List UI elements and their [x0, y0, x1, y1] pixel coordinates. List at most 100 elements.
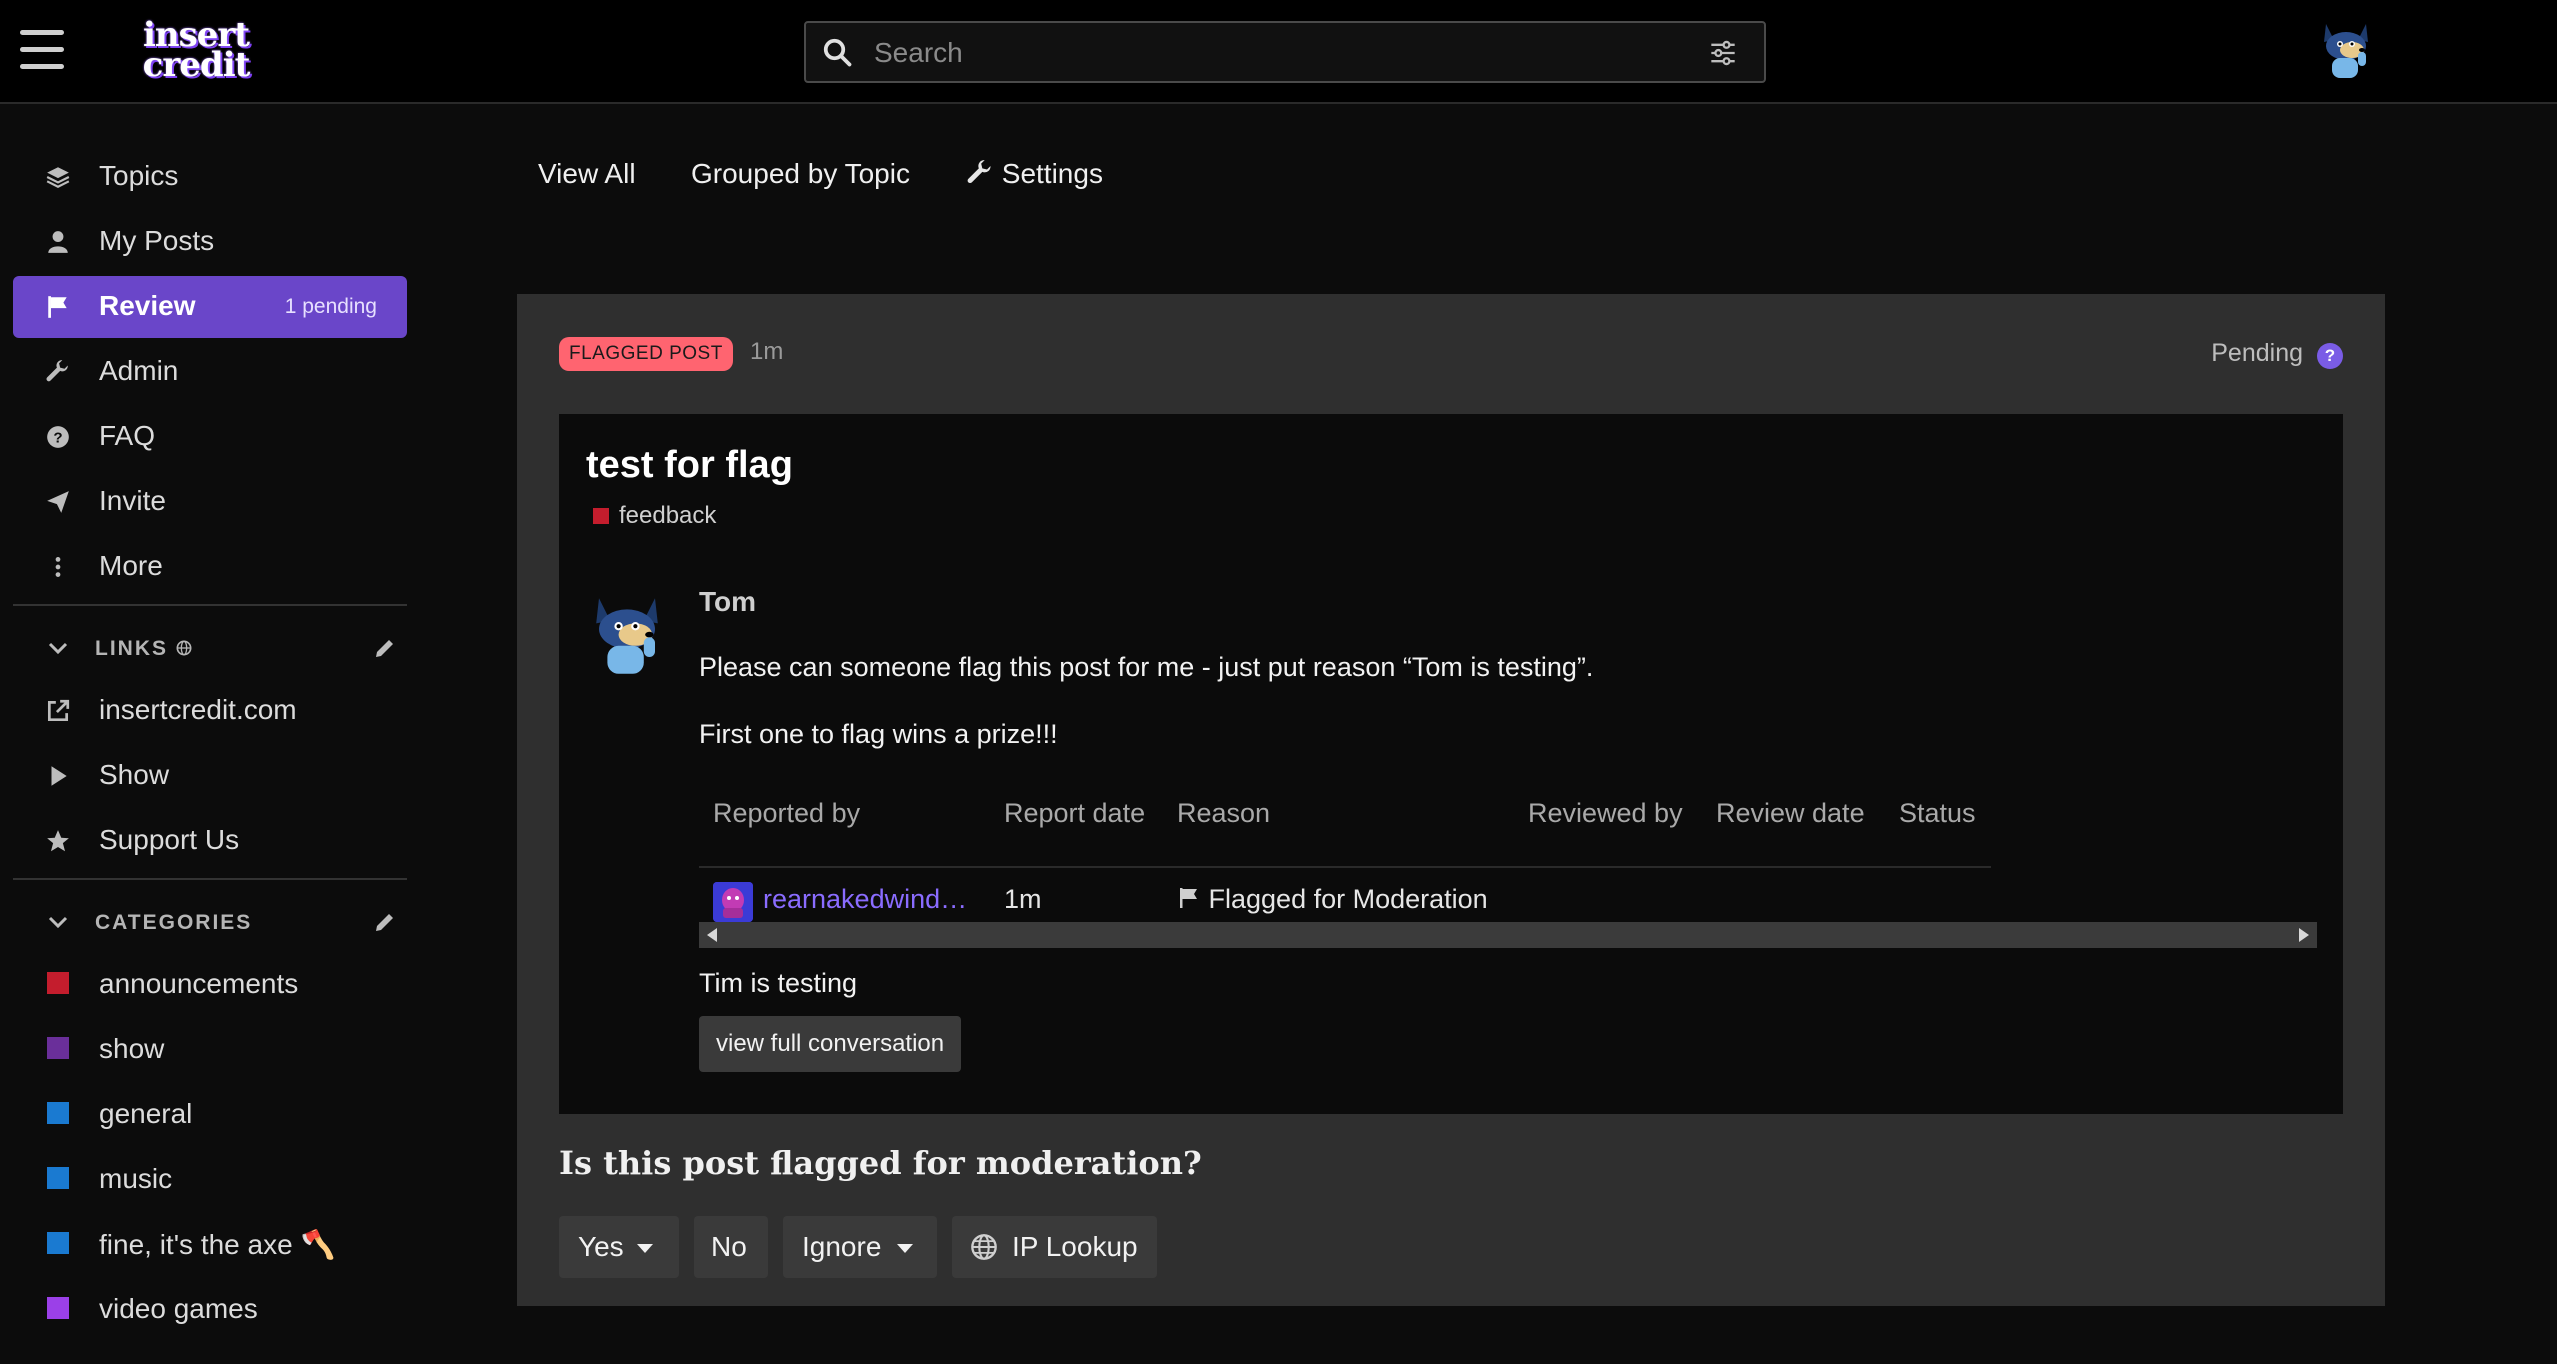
- sidebar-link-show[interactable]: Show: [13, 745, 407, 807]
- button-label: IP Lookup: [1012, 1231, 1138, 1262]
- sidebar-divider: [13, 604, 407, 606]
- sidebar-item-invite[interactable]: Invite: [13, 471, 407, 533]
- settings-label: Settings: [1001, 158, 1103, 189]
- sidebar-item-review[interactable]: Review 1 pending: [13, 276, 407, 338]
- sidebar-item-admin[interactable]: Admin: [13, 341, 407, 403]
- sidebar-link-insertcredit[interactable]: insertcredit.com: [13, 680, 407, 742]
- ip-lookup-button[interactable]: IP Lookup: [952, 1216, 1157, 1278]
- sidebar-item-label: Admin: [99, 355, 179, 386]
- search-icon: [823, 38, 852, 67]
- wrench-icon: [967, 160, 991, 184]
- flag-icon: [48, 296, 67, 318]
- reporter-avatar[interactable]: [713, 882, 753, 922]
- hamburger-menu-icon[interactable]: [20, 30, 64, 72]
- edit-links-pencil-icon[interactable]: [373, 636, 397, 660]
- sidebar-item-faq[interactable]: ? FAQ: [13, 406, 407, 468]
- table-header: Reason: [1177, 798, 1271, 828]
- logo-line-2: credit: [142, 45, 251, 85]
- layers-icon: [46, 167, 70, 188]
- reporter-username-link[interactable]: rearnakedwind…: [763, 884, 967, 915]
- sidebar-item-label: general: [99, 1098, 193, 1129]
- no-button[interactable]: No: [694, 1216, 768, 1278]
- user-avatar[interactable]: [2316, 20, 2376, 82]
- star-icon: [47, 830, 69, 852]
- edit-categories-pencil-icon[interactable]: [373, 910, 397, 934]
- grouped-by-topic-link[interactable]: Grouped by Topic: [691, 158, 910, 190]
- sidebar-category-video-games[interactable]: video games: [13, 1279, 407, 1341]
- category-color-swatch: [47, 972, 69, 994]
- button-label: Yes: [578, 1231, 624, 1262]
- sidebar-item-label: Invite: [99, 485, 166, 516]
- search-filter-icon[interactable]: [1708, 39, 1738, 67]
- search-bar[interactable]: [804, 21, 1766, 83]
- flagged-post: test for flag feedback Tom Please can so…: [559, 414, 2343, 1114]
- sidebar-category-music[interactable]: music: [13, 1149, 407, 1211]
- sidebar-category-show[interactable]: show: [13, 1019, 407, 1081]
- post-title[interactable]: test for flag: [586, 444, 793, 487]
- search-input[interactable]: [872, 31, 1656, 75]
- view-all-link[interactable]: View All: [538, 158, 636, 190]
- sidebar: Topics My Posts Review 1 pending Admin ?…: [0, 104, 420, 1364]
- review-item-card: FLAGGED POST 1m Pending ? test for flag …: [517, 294, 2385, 1306]
- post-body-line: First one to flag wins a prize!!!: [699, 719, 1058, 749]
- links-section-header[interactable]: LINKS: [13, 618, 407, 678]
- table-header: Review date: [1716, 798, 1865, 828]
- report-date: 1m: [1004, 884, 1042, 914]
- sidebar-item-topics[interactable]: Topics: [13, 146, 407, 208]
- button-label: No: [711, 1231, 747, 1262]
- yes-dropdown-button[interactable]: Yes: [559, 1216, 679, 1278]
- chevron-down-icon[interactable]: [47, 914, 69, 930]
- ignore-dropdown-button[interactable]: Ignore: [783, 1216, 937, 1278]
- table-header: Reviewed by: [1528, 798, 1683, 828]
- category-color-swatch: [47, 1297, 69, 1319]
- user-icon: [48, 231, 68, 253]
- sidebar-item-label: insertcredit.com: [99, 694, 297, 725]
- chevron-down-icon[interactable]: [47, 640, 69, 656]
- svg-text:?: ?: [53, 429, 62, 446]
- view-full-conversation-button[interactable]: view full conversation: [699, 1016, 962, 1072]
- table-header: Status: [1899, 798, 1976, 828]
- scroll-right-arrow-icon[interactable]: [2299, 928, 2309, 942]
- report-reason-label: Flagged for Moderation: [1208, 884, 1488, 914]
- post-author-name[interactable]: Tom: [699, 586, 756, 618]
- status-help-icon[interactable]: ?: [2317, 343, 2343, 369]
- scroll-left-arrow-icon[interactable]: [707, 928, 717, 942]
- categories-section-header[interactable]: CATEGORIES: [13, 892, 407, 952]
- site-header: insert credit: [0, 0, 2557, 104]
- sidebar-item-label: music: [99, 1163, 173, 1194]
- sidebar-item-label: Support Us: [99, 824, 240, 855]
- flagged-post-badge: FLAGGED POST: [559, 337, 733, 371]
- category-label: feedback: [619, 502, 717, 529]
- settings-link[interactable]: Settings: [966, 158, 1103, 190]
- category-color-swatch: [47, 1102, 69, 1124]
- table-row-divider: [699, 866, 1991, 868]
- sidebar-link-support-us[interactable]: Support Us: [13, 810, 407, 872]
- report-reason: Flagged for Moderation: [1177, 884, 1488, 915]
- question-circle-icon: ?: [47, 426, 69, 448]
- sidebar-item-label: FAQ: [99, 420, 156, 451]
- caret-down-icon: [897, 1244, 913, 1253]
- links-heading: LINKS: [95, 637, 192, 661]
- sidebar-item-my-posts[interactable]: My Posts: [13, 211, 407, 273]
- category-color-swatch: [47, 1167, 69, 1189]
- sidebar-item-label: My Posts: [99, 225, 215, 256]
- sidebar-item-label: video games: [99, 1293, 258, 1324]
- flag-reason-text: Tim is testing: [699, 968, 858, 998]
- vertical-ellipsis-icon: [55, 557, 61, 577]
- button-label: Ignore: [802, 1231, 882, 1262]
- post-author-avatar[interactable]: [585, 592, 669, 680]
- sidebar-item-label: Review: [99, 290, 196, 321]
- sidebar-item-more[interactable]: More: [13, 536, 407, 598]
- pending-count-badge: 1 pending: [284, 295, 377, 318]
- paper-plane-icon: [47, 491, 69, 513]
- moderation-question: Is this post flagged for moderation?: [559, 1144, 1202, 1182]
- table-header: Reported by: [713, 798, 861, 828]
- site-logo[interactable]: insert credit: [126, 18, 266, 85]
- globe-icon: [971, 1234, 997, 1260]
- flag-icon: [1180, 888, 1197, 908]
- sidebar-category-announcements[interactable]: announcements: [13, 954, 407, 1016]
- sidebar-category-fine-its-the-axe[interactable]: fine, it's the axe 🪓: [13, 1214, 407, 1276]
- table-horizontal-scrollbar[interactable]: [699, 922, 2317, 948]
- sidebar-divider: [13, 878, 407, 880]
- sidebar-category-general[interactable]: general: [13, 1084, 407, 1146]
